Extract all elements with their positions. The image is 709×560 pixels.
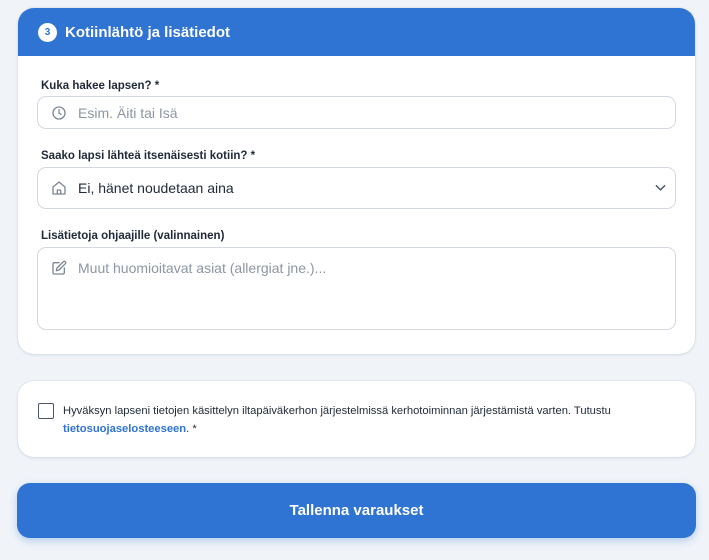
pickup-person-placeholder: Esim. Äiti tai Isä: [78, 105, 178, 121]
section-header: 3 Kotiinlähtö ja lisätiedot: [18, 8, 695, 56]
consent-required-marker: . *: [186, 423, 197, 435]
home-icon: [52, 181, 66, 195]
save-reservations-button[interactable]: Tallenna varaukset: [17, 483, 696, 538]
consent-statement: Hyväksyn lapseni tietojen käsittelyn ilt…: [63, 405, 611, 417]
consent-text: Hyväksyn lapseni tietojen käsittelyn ilt…: [63, 402, 673, 438]
consent-checkbox[interactable]: [38, 403, 54, 419]
independent-leave-select[interactable]: Ei, hänet noudetaan aina: [37, 167, 676, 209]
section-title: Kotiinlähtö ja lisätiedot: [65, 23, 231, 41]
edit-icon: [52, 260, 67, 275]
notes-textarea[interactable]: Muut huomioitavat asiat (allergiat jne.)…: [37, 247, 676, 330]
pickup-person-label: Kuka hakee lapsen? *: [41, 80, 160, 92]
step-number-badge: 3: [38, 22, 57, 42]
clock-icon: [52, 106, 66, 120]
independent-leave-label: Saako lapsi lähteä itsenäisesti kotiin? …: [41, 150, 256, 162]
independent-leave-value: Ei, hänet noudetaan aina: [78, 180, 234, 196]
notes-label: Lisätietoja ohjaajille (valinnainen): [41, 230, 225, 242]
pickup-person-input[interactable]: Esim. Äiti tai Isä: [37, 96, 676, 129]
pickup-details-section: 3 Kotiinlähtö ja lisätiedot Kuka hakee l…: [18, 8, 695, 354]
privacy-policy-link[interactable]: tietosuojaselosteeseen: [63, 423, 186, 435]
notes-placeholder: Muut huomioitavat asiat (allergiat jne.)…: [78, 260, 327, 276]
chevron-down-icon: [655, 184, 666, 191]
consent-section: Hyväksyn lapseni tietojen käsittelyn ilt…: [18, 381, 695, 457]
